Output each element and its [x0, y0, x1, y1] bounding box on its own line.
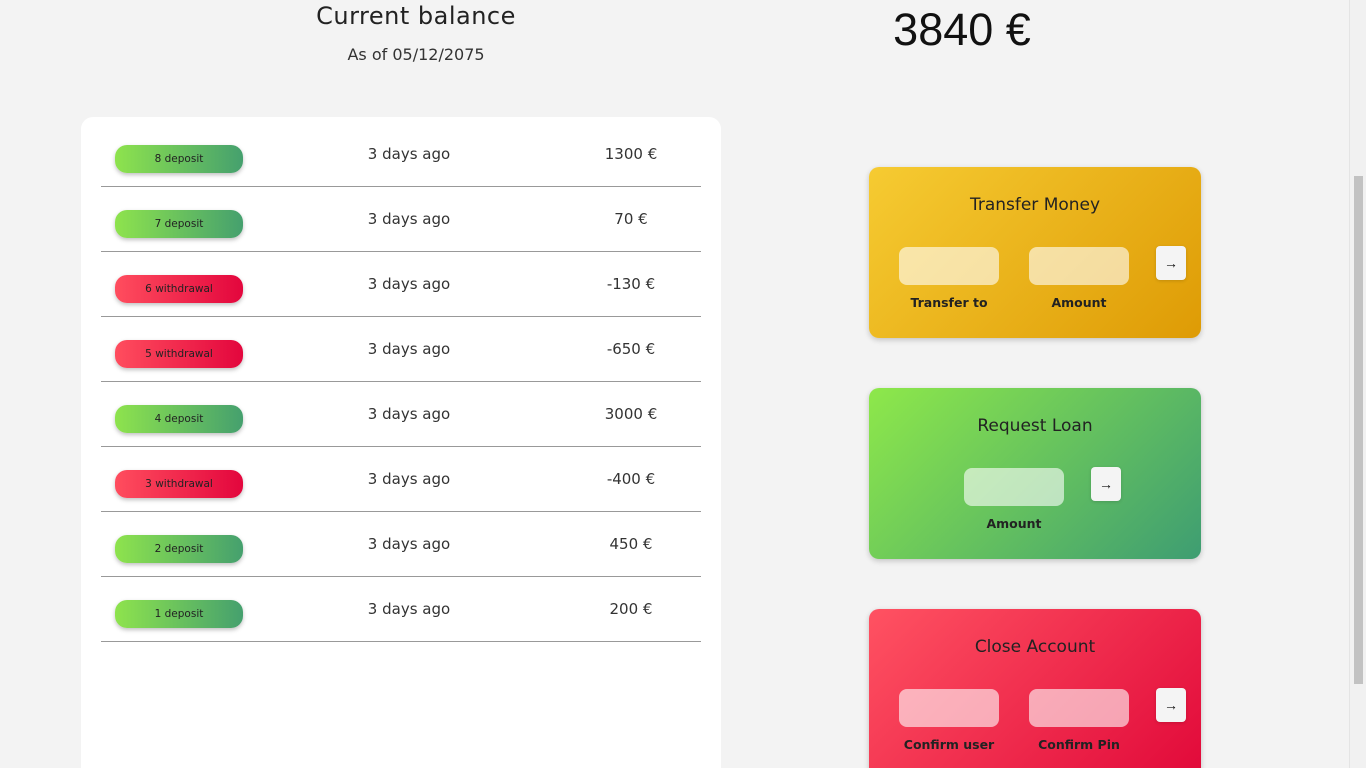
close-submit-button[interactable]: → [1156, 688, 1186, 722]
movement-row: 3 withdrawal 3 days ago -400 € [101, 447, 701, 512]
movement-type-badge: 1 deposit [115, 600, 243, 628]
movement-type-badge: 3 withdrawal [115, 470, 243, 498]
movement-value: 200 € [609, 600, 653, 618]
movement-row: 4 deposit 3 days ago 3000 € [101, 382, 701, 447]
transfer-amount-input[interactable] [1029, 247, 1129, 285]
movement-value: -130 € [606, 275, 656, 293]
movement-type-badge: 4 deposit [115, 405, 243, 433]
confirm-pin-label: Confirm Pin [1038, 737, 1120, 752]
movement-value: -650 € [606, 340, 656, 358]
loan-submit-button[interactable]: → [1091, 467, 1121, 501]
movement-type-badge: 7 deposit [115, 210, 243, 238]
confirm-pin-input[interactable] [1029, 689, 1129, 727]
movement-date: 3 days ago [367, 535, 451, 553]
loan-card: Request Loan → Amount [869, 388, 1201, 559]
movement-date: 3 days ago [367, 145, 451, 163]
movement-type-badge: 8 deposit [115, 145, 243, 173]
movement-value: 450 € [609, 535, 653, 553]
movement-date: 3 days ago [367, 340, 451, 358]
movement-row: 7 deposit 3 days ago 70 € [101, 187, 701, 252]
transfer-title: Transfer Money [969, 195, 1101, 215]
loan-amount-label: Amount [986, 516, 1042, 531]
balance-label: Current balance [316, 2, 516, 30]
balance-value: 3840 € [893, 4, 1031, 55]
movement-date: 3 days ago [367, 275, 451, 293]
loan-title: Request Loan [977, 416, 1093, 436]
confirm-user-label: Confirm user [903, 737, 995, 752]
balance-date: As of 05/12/2075 [347, 45, 485, 64]
transfer-to-input[interactable] [899, 247, 999, 285]
loan-amount-input[interactable] [964, 468, 1064, 506]
movement-type-badge: 5 withdrawal [115, 340, 243, 368]
movement-type-badge: 6 withdrawal [115, 275, 243, 303]
movement-row: 6 withdrawal 3 days ago -130 € [101, 252, 701, 317]
movements-list: 8 deposit 3 days ago 1300 € 7 deposit 3 … [81, 117, 721, 768]
confirm-user-input[interactable] [899, 689, 999, 727]
close-title: Close Account [974, 637, 1096, 657]
movement-row: 8 deposit 3 days ago 1300 € [101, 122, 701, 187]
movement-date: 3 days ago [367, 210, 451, 228]
movement-value: 70 € [614, 210, 648, 228]
movement-value: -400 € [606, 470, 656, 488]
movement-value: 3000 € [604, 405, 658, 423]
movement-row: 2 deposit 3 days ago 450 € [101, 512, 701, 577]
movement-date: 3 days ago [367, 600, 451, 618]
transfer-submit-button[interactable]: → [1156, 246, 1186, 280]
page-scrollbar[interactable] [1349, 0, 1366, 768]
movement-date: 3 days ago [367, 405, 451, 423]
transfer-card: Transfer Money → Transfer to Amount [869, 167, 1201, 338]
close-card: Close Account → Confirm user Confirm Pin [869, 609, 1201, 768]
movement-value: 1300 € [604, 145, 658, 163]
transfer-to-label: Transfer to [910, 295, 988, 310]
movement-type-badge: 2 deposit [115, 535, 243, 563]
movement-row: 5 withdrawal 3 days ago -650 € [101, 317, 701, 382]
movement-date: 3 days ago [367, 470, 451, 488]
transfer-amount-label: Amount [1051, 295, 1107, 310]
scrollbar-thumb[interactable] [1354, 176, 1363, 684]
movement-row: 1 deposit 3 days ago 200 € [101, 577, 701, 642]
